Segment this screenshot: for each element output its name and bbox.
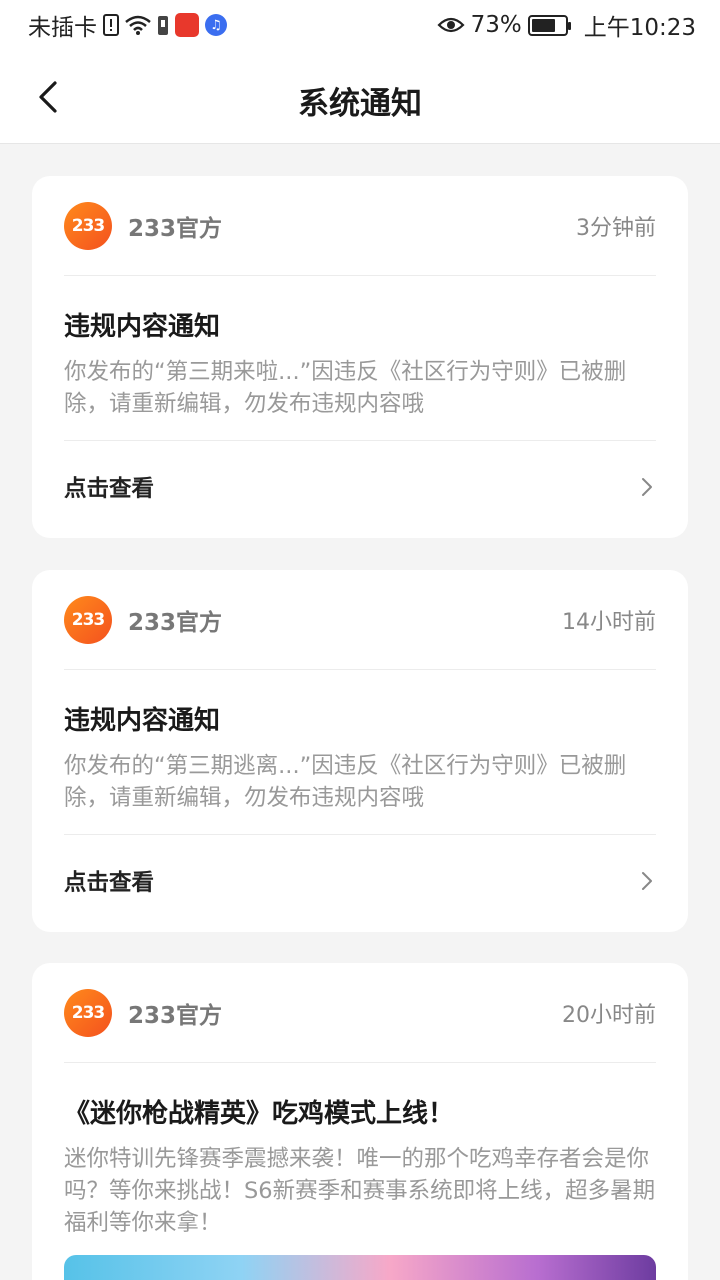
view-details-label: 点击查看 — [64, 869, 155, 896]
message-title: 违规内容通知 — [64, 312, 221, 342]
chevron-right-icon — [638, 475, 656, 499]
battery-icon — [527, 14, 571, 36]
carrier-label: 未插卡 — [28, 15, 97, 41]
sender-name: 233官方 — [128, 1002, 223, 1029]
music-icon: ♫ — [205, 14, 227, 36]
page-title: 系统通知 — [298, 86, 422, 122]
official-logo: 233 — [64, 595, 112, 644]
card-header: 233 233官方 3分钟前 — [64, 176, 656, 276]
battery-percent: 73% — [470, 12, 522, 38]
notification-card: 233 233官方 14小时前 违规内容通知 你发布的“第三期逃离...”因违反… — [32, 570, 688, 932]
clock: 上午10:23 — [583, 15, 696, 41]
status-bar: 未插卡 ♫ 73% 上午10:23 — [0, 0, 720, 50]
message-body: 迷你特训先锋赛季震撼来袭！唯一的那个吃鸡幸存者会是你吗？等你来挑战！S6新赛季和… — [64, 1146, 656, 1236]
timestamp: 14小时前 — [562, 609, 656, 635]
official-logo: 233 — [64, 988, 112, 1037]
chevron-right-icon — [638, 869, 656, 893]
sender-name: 233官方 — [128, 609, 223, 636]
view-details-link[interactable]: 点击查看 — [64, 440, 656, 532]
card-header: 233 233官方 20小时前 — [64, 963, 656, 1063]
view-details-link[interactable]: 点击查看 — [64, 834, 656, 926]
timestamp: 3分钟前 — [576, 215, 656, 241]
notification-card: 233 233官方 3分钟前 违规内容通知 你发布的“第三期来啦...”因违反《… — [32, 176, 688, 538]
app-red-icon — [175, 13, 199, 37]
message-title: 《迷你枪战精英》吃鸡模式上线！ — [64, 1099, 455, 1129]
notification-card[interactable]: 233 233官方 20小时前 《迷你枪战精英》吃鸡模式上线！ 迷你特训先锋赛季… — [32, 963, 688, 1280]
nav-bar: 系统通知 — [0, 50, 720, 144]
timestamp: 20小时前 — [562, 1002, 656, 1028]
sender-name: 233官方 — [128, 215, 223, 242]
wifi-icon — [125, 15, 151, 35]
sim-alert-icon — [103, 14, 119, 36]
message-body: 你发布的“第三期逃离...”因违反《社区行为守则》已被删除，请重新编辑，勿发布违… — [64, 753, 627, 811]
message-title: 违规内容通知 — [64, 706, 221, 736]
eye-icon — [437, 16, 465, 34]
view-details-label: 点击查看 — [64, 475, 155, 502]
message-body: 你发布的“第三期来啦...”因违反《社区行为守则》已被删除，请重新编辑，勿发布违… — [64, 359, 627, 417]
promo-banner-image[interactable] — [64, 1255, 656, 1280]
card-header: 233 233官方 14小时前 — [64, 570, 656, 670]
official-logo: 233 — [64, 201, 112, 250]
sim-icon — [157, 14, 169, 36]
